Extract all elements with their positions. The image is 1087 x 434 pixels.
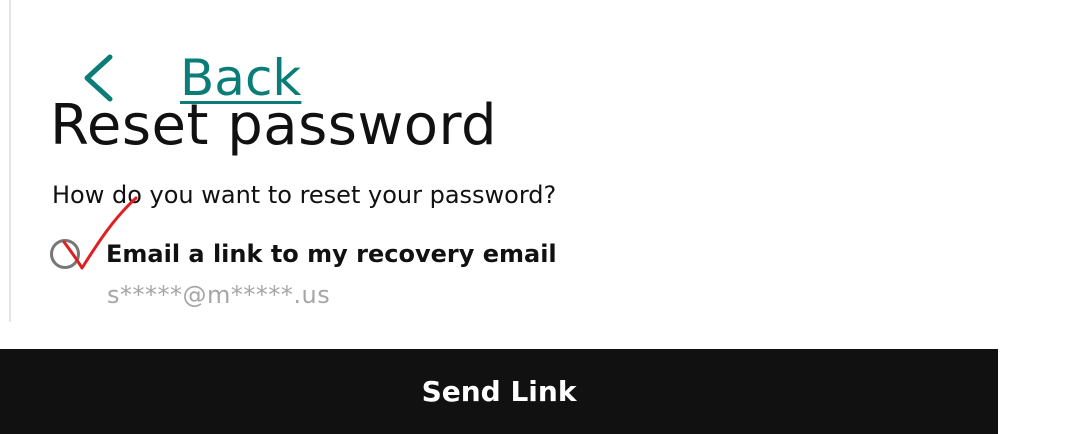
recovery-email-option-label: Email a link to my recovery email	[106, 240, 557, 268]
recovery-email-option[interactable]: Email a link to my recovery email	[50, 236, 557, 272]
recovery-email-radio[interactable]	[50, 239, 80, 269]
reset-password-page: Back Reset password How do you want to r…	[0, 0, 1087, 434]
left-divider	[9, 0, 11, 322]
page-title: Reset password	[50, 93, 498, 158]
send-link-button[interactable]: Send Link	[0, 349, 998, 434]
reset-method-question: How do you want to reset your password?	[52, 181, 557, 209]
masked-recovery-email: s*****@m*****.us	[107, 281, 331, 309]
